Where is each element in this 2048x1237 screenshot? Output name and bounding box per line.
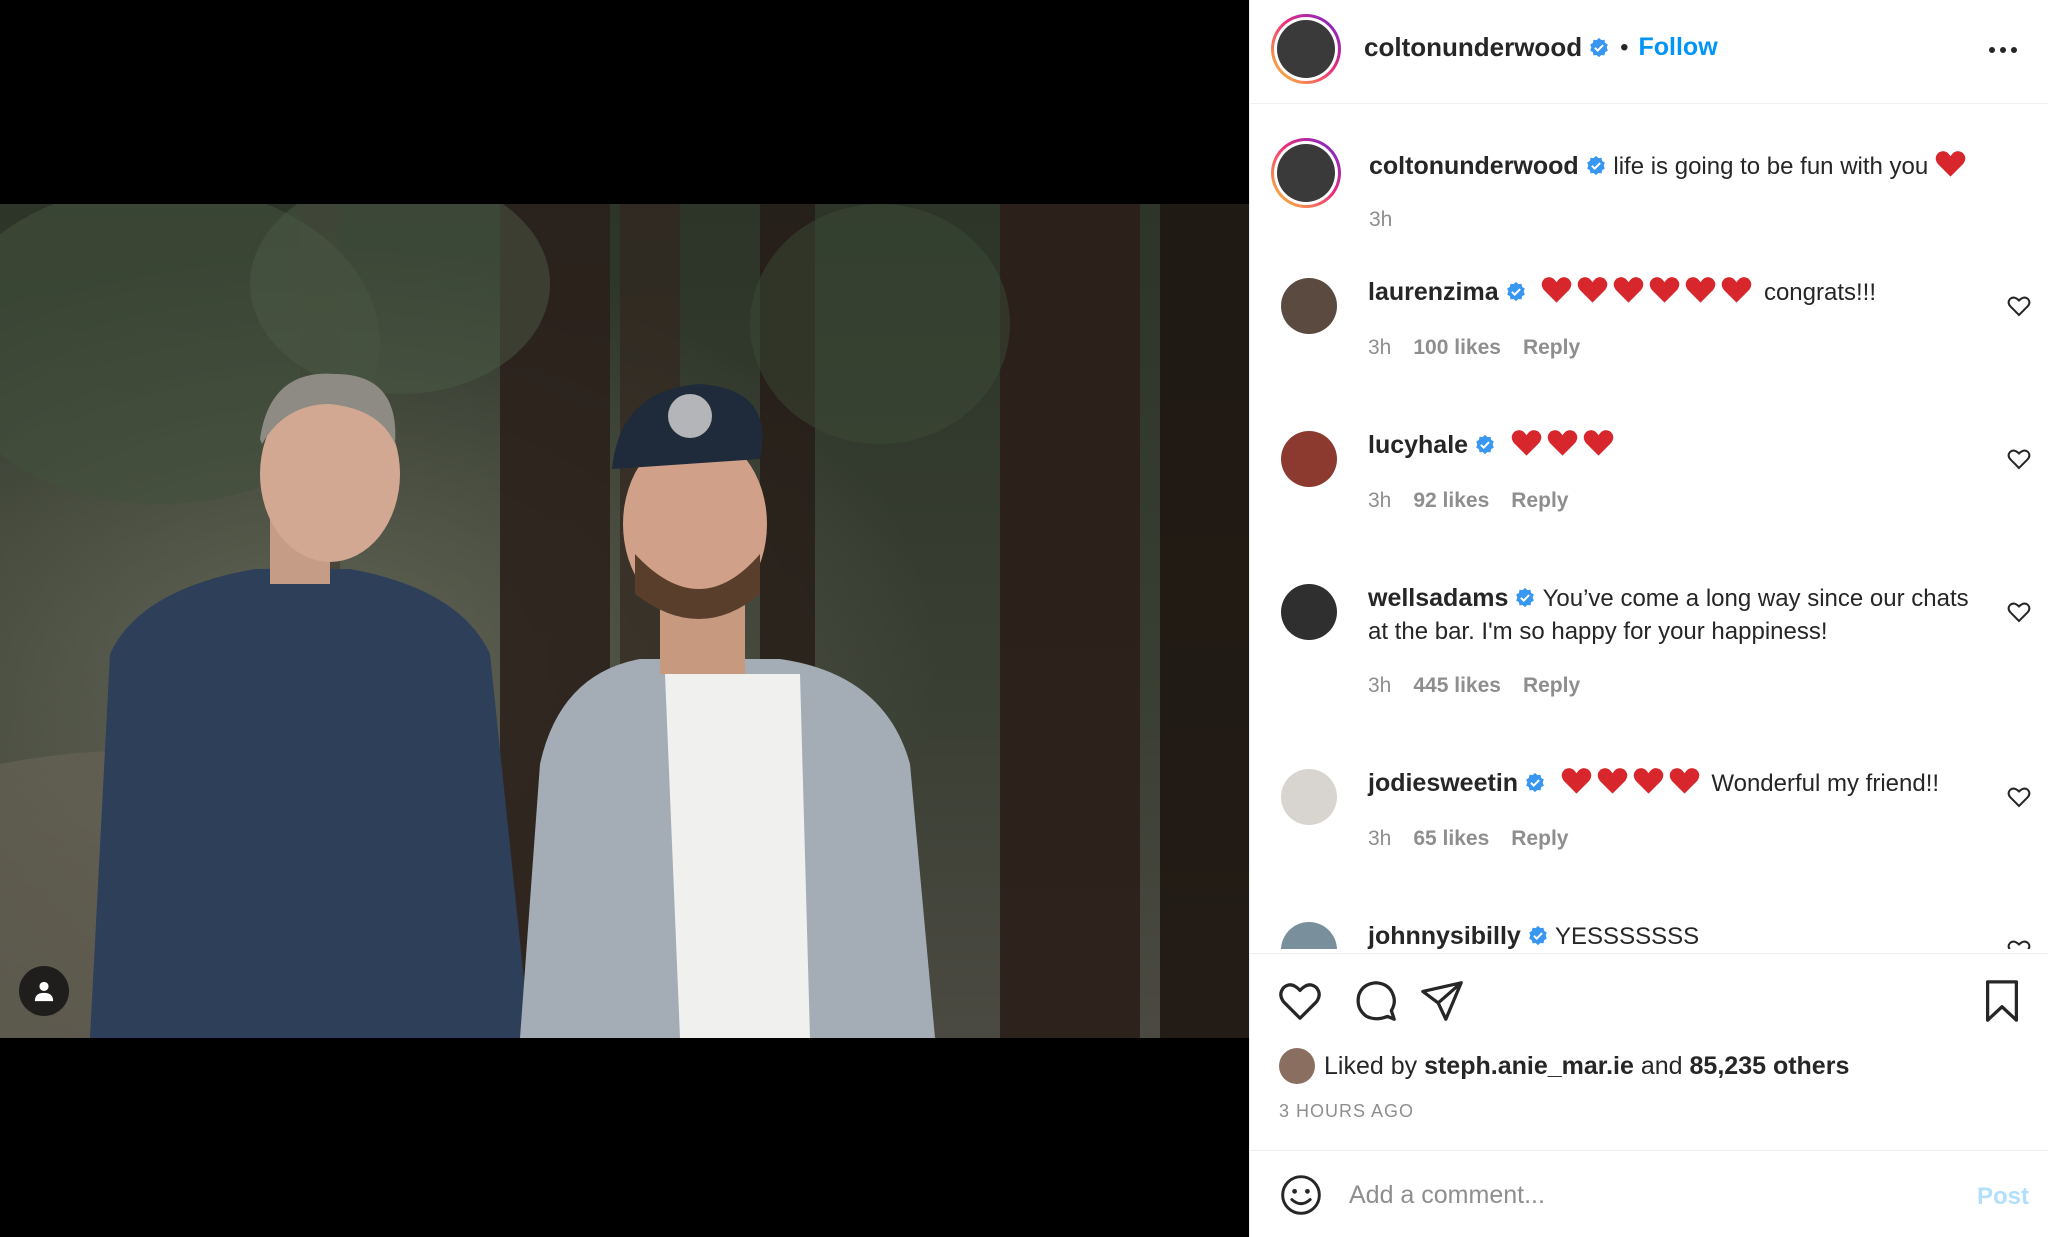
bookmark-icon[interactable] (1979, 978, 2025, 1024)
heart-icon[interactable] (1277, 978, 1323, 1024)
heart-emoji-icon (1597, 768, 1628, 794)
comment-time: 3h (1368, 674, 1392, 697)
comment-username[interactable]: lucyhale (1368, 431, 1468, 459)
verified-icon (1586, 155, 1605, 176)
heart-emoji-icon (1561, 768, 1592, 794)
reply-button[interactable]: Reply (1511, 489, 1568, 512)
post-panel: coltonunderwood • Follow coltonunderwood… (1249, 0, 2048, 1237)
more-options-button[interactable] (1985, 32, 2021, 68)
comment-input[interactable] (1349, 1173, 1909, 1217)
comment-time: 3h (1368, 336, 1392, 359)
follow-button[interactable]: Follow (1639, 33, 1718, 62)
heart-icon[interactable] (2007, 294, 2031, 318)
comment-text: congrats!!! (1763, 279, 1877, 306)
emoji-icon[interactable] (1279, 1173, 1323, 1217)
commenter-avatar[interactable] (1281, 278, 1337, 334)
heart-emoji-icon (1649, 277, 1680, 303)
share-icon[interactable] (1419, 978, 1465, 1024)
commenter-avatar[interactable] (1281, 922, 1337, 949)
heart-emoji-icon (1721, 277, 1752, 303)
separator-dot: • (1620, 33, 1629, 61)
verified-icon (1506, 281, 1525, 302)
liker-avatar[interactable] (1279, 1048, 1315, 1084)
comment-username[interactable]: wellsadams (1368, 584, 1508, 612)
post-media (0, 0, 1249, 1237)
heart-emoji-icon (1541, 277, 1572, 303)
post-header: coltonunderwood • Follow (1250, 0, 2048, 104)
heart-emoji-icon (1613, 277, 1644, 303)
verified-icon (1528, 925, 1547, 946)
likes-summary: Liked by steph.anie_mar.ie and 85,235 ot… (1279, 1048, 1849, 1084)
comment-likes[interactable]: 445 likes (1413, 674, 1501, 697)
comment-time: 3h (1368, 827, 1392, 850)
heart-emoji-icon (1511, 430, 1542, 456)
caption-avatar[interactable] (1271, 138, 1341, 208)
comment-likes[interactable]: 92 likes (1413, 489, 1489, 512)
heart-emojis (1511, 430, 1619, 459)
reply-button[interactable]: Reply (1511, 827, 1568, 850)
liker-username[interactable]: steph.anie_mar.ie (1424, 1052, 1634, 1081)
heart-emoji-icon (1685, 277, 1716, 303)
heart-icon[interactable] (2007, 600, 2031, 624)
comment-text: Wonderful my friend!! (1711, 770, 1940, 797)
post-photo[interactable] (0, 204, 1249, 1038)
heart-emojis (1561, 768, 1705, 797)
comment-text: YESSSSSSS (1555, 923, 1700, 949)
verified-icon (1516, 587, 1535, 608)
user-tag-icon (34, 981, 54, 1002)
heart-emoji-icon (1669, 768, 1700, 794)
post-comment-button[interactable]: Post (1977, 1183, 2029, 1211)
comment-likes[interactable]: 100 likes (1413, 336, 1501, 359)
author-username[interactable]: coltonunderwood (1364, 32, 1582, 63)
comment-item: johnnysibilly YESSSSSSS (1250, 918, 2048, 949)
heart-icon[interactable] (2007, 447, 2031, 471)
caption: coltonunderwood life is going to be fun … (1250, 138, 2048, 258)
add-comment-bar: Post (1250, 1150, 2048, 1237)
comment-time: 3h (1368, 489, 1392, 512)
heart-emoji-icon (1583, 430, 1614, 456)
heart-emoji-icon (1935, 151, 1966, 177)
more-icon (1989, 47, 1995, 53)
comment-item: jodiesweetin Wonderful my friend!! 3h 65 … (1250, 765, 2048, 875)
heart-emoji-icon (1577, 277, 1608, 303)
user-tag-button[interactable] (19, 966, 69, 1016)
comments-list[interactable]: coltonunderwood life is going to be fun … (1250, 104, 2048, 949)
comment-username[interactable]: jodiesweetin (1368, 769, 1518, 797)
commenter-avatar[interactable] (1281, 431, 1337, 487)
comment-icon[interactable] (1353, 978, 1399, 1024)
verified-icon (1526, 772, 1544, 793)
post-timestamp[interactable]: 3 HOURS AGO (1279, 1101, 1414, 1122)
verified-icon (1590, 37, 1608, 57)
comment-item: lucyhale 3h 92 likes Reply (1250, 427, 2048, 537)
heart-emoji-icon (1633, 768, 1664, 794)
reply-button[interactable]: Reply (1523, 336, 1580, 359)
commenter-avatar[interactable] (1281, 769, 1337, 825)
heart-icon[interactable] (2007, 785, 2031, 809)
caption-time: 3h (1369, 208, 1393, 231)
verified-icon (1476, 434, 1494, 455)
author-avatar[interactable] (1271, 14, 1341, 84)
reply-button[interactable]: Reply (1523, 674, 1580, 697)
comment-username[interactable]: laurenzima (1368, 278, 1499, 306)
heart-emoji-icon (1547, 430, 1578, 456)
caption-text: life is going to be fun with you (1613, 153, 1929, 180)
commenter-avatar[interactable] (1281, 584, 1337, 640)
comment-item: wellsadams You’ve come a long way since … (1250, 580, 2048, 720)
comment-username[interactable]: johnnysibilly (1368, 922, 1521, 949)
comment-item: laurenzima congrats!!! 3h 100 likes Reply (1250, 274, 2048, 384)
heart-emojis (1541, 277, 1757, 306)
likes-count[interactable]: 85,235 others (1690, 1052, 1850, 1081)
caption-username[interactable]: coltonunderwood (1369, 152, 1579, 180)
comment-likes[interactable]: 65 likes (1413, 827, 1489, 850)
heart-icon[interactable] (2007, 938, 2031, 949)
